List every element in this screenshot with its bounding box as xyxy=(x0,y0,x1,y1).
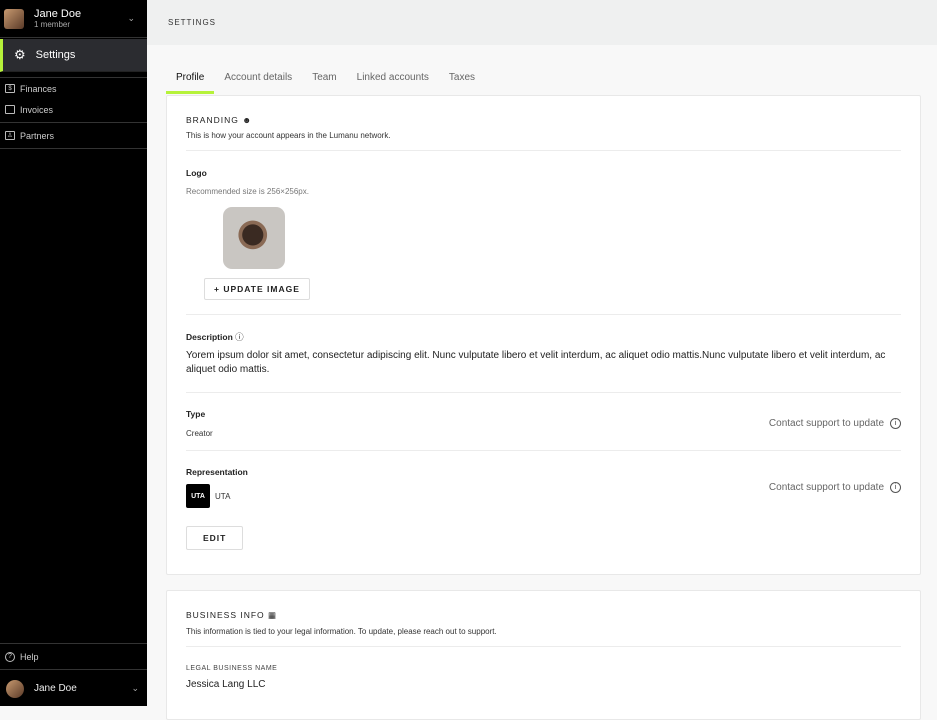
business-info-card: BUSINESS INFO ▦ This information is tied… xyxy=(166,590,921,720)
representation-support-note: Contact support to update i xyxy=(769,482,901,493)
tab-linked-accounts[interactable]: Linked accounts xyxy=(347,68,439,94)
user-menu[interactable]: Jane Doe ⌄ xyxy=(0,671,147,706)
building-icon: ▦ xyxy=(268,610,278,620)
legal-name-value: Jessica Lang LLC xyxy=(186,679,266,690)
tab-bar: Profile Account details Team Linked acco… xyxy=(166,68,485,94)
description-label: Description ⓘ xyxy=(186,332,244,342)
account-avatar xyxy=(4,8,24,29)
section-title: BRANDING ☻ xyxy=(186,115,253,125)
invoice-icon xyxy=(5,105,15,114)
tab-account-details[interactable]: Account details xyxy=(214,68,302,94)
type-value: Creator xyxy=(186,429,213,438)
representation-label: Representation xyxy=(186,467,248,477)
branding-card: BRANDING ☻ This is how your account appe… xyxy=(166,95,921,575)
gear-icon: ⚙ xyxy=(14,47,26,62)
help-label: Help xyxy=(20,651,39,662)
page-title: SETTINGS xyxy=(168,18,217,27)
contact-icon: ♙ xyxy=(5,131,15,140)
legal-name-label: LEGAL BUSINESS NAME xyxy=(186,665,278,672)
avatar xyxy=(6,679,24,698)
type-support-note: Contact support to update i xyxy=(769,418,901,429)
account-name: Jane Doe xyxy=(34,8,82,20)
help-icon: ? xyxy=(5,651,15,662)
tab-taxes[interactable]: Taxes xyxy=(439,68,485,94)
tab-profile[interactable]: Profile xyxy=(166,68,215,94)
representation-value: UTA xyxy=(215,491,231,501)
info-icon[interactable]: i xyxy=(890,482,901,493)
page-header: SETTINGS xyxy=(147,0,937,45)
section-title: BUSINESS INFO ▦ xyxy=(186,610,278,620)
info-icon[interactable]: ⓘ xyxy=(235,332,244,342)
sidebar-item-invoices[interactable]: Invoices xyxy=(0,99,147,120)
logo-image xyxy=(223,207,285,269)
sidebar-item-settings[interactable]: ⚙ Settings xyxy=(0,39,147,72)
info-icon[interactable]: i xyxy=(890,418,901,429)
section-subtitle: This information is tied to your legal i… xyxy=(186,627,497,636)
face-icon: ☻ xyxy=(242,115,253,125)
agency-logo: UTA xyxy=(186,484,210,508)
help-link[interactable]: ? Help xyxy=(0,643,147,670)
sidebar-item-partners[interactable]: ♙ Partners xyxy=(0,125,147,146)
update-image-button[interactable]: + UPDATE IMAGE xyxy=(204,278,310,300)
description-text: Yorem ipsum dolor sit amet, consectetur … xyxy=(186,350,886,375)
user-name: Jane Doe xyxy=(34,683,77,694)
tab-team[interactable]: Team xyxy=(302,68,346,94)
sidebar-item-finances[interactable]: $ Finances xyxy=(0,78,147,99)
section-subtitle: This is how your account appears in the … xyxy=(186,131,391,140)
account-members: 1 member xyxy=(34,20,71,29)
sidebar: Jane Doe 1 member ⌄ ⚙ Settings $ Finances… xyxy=(0,0,147,706)
logo-hint: Recommended size is 256×256px. xyxy=(186,187,309,196)
edit-button[interactable]: EDIT xyxy=(186,526,244,550)
account-switcher[interactable]: Jane Doe 1 member ⌄ xyxy=(0,0,147,38)
sidebar-item-label: Settings xyxy=(35,49,76,61)
sidebar-item-label: Finances xyxy=(20,83,57,94)
file-dollar-icon: $ xyxy=(5,84,15,93)
chevron-down-icon: ⌄ xyxy=(127,13,135,23)
sidebar-item-label: Invoices xyxy=(20,104,54,115)
logo-label: Logo xyxy=(186,168,207,178)
type-label: Type xyxy=(186,409,206,419)
chevron-down-icon: ⌄ xyxy=(131,683,139,693)
sidebar-item-label: Partners xyxy=(20,130,55,141)
